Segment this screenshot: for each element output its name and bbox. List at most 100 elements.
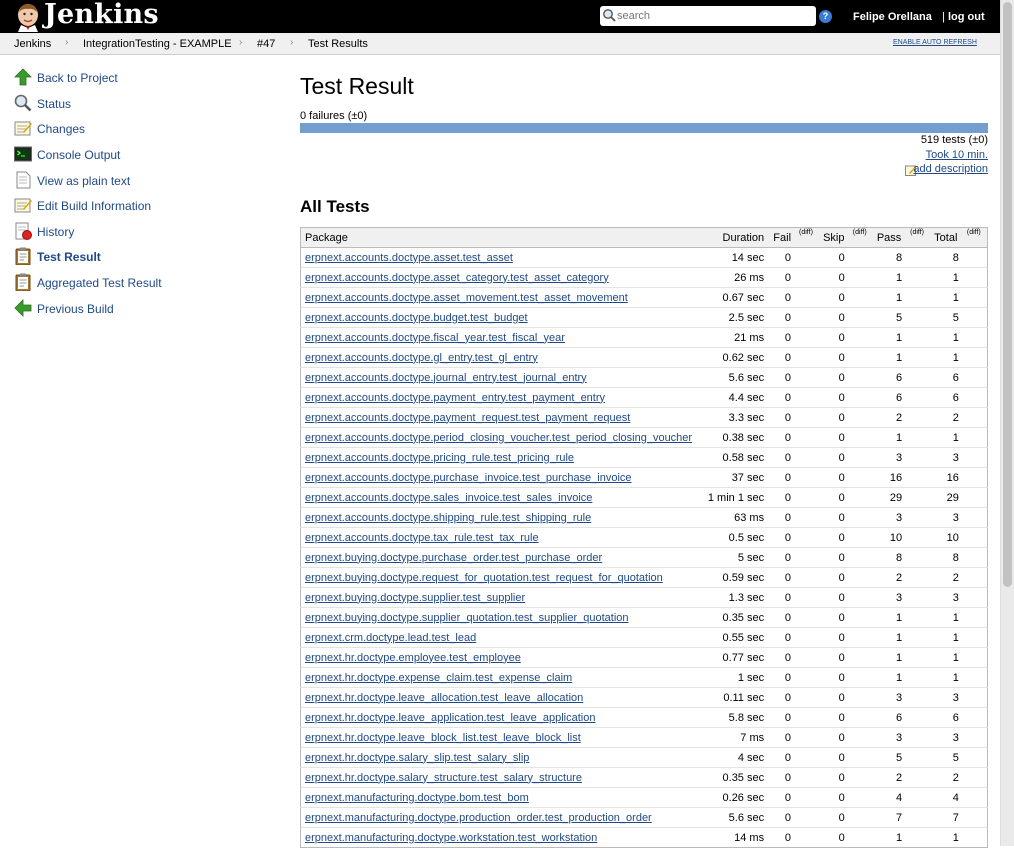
package-link[interactable]: erpnext.manufacturing.doctype.production…: [305, 812, 652, 824]
column-header-total[interactable]: Total: [930, 227, 963, 248]
jenkins-brand[interactable]: Jenkins: [44, 0, 159, 30]
duration-cell: 2.5 sec: [700, 307, 769, 328]
breadcrumb-jenkins[interactable]: Jenkins: [14, 38, 51, 50]
skip-diff-cell: [848, 247, 873, 268]
package-link[interactable]: erpnext.hr.doctype.expense_claim.test_ex…: [305, 672, 572, 684]
skip-diff-cell: [848, 667, 873, 688]
breadcrumb-chevron-icon[interactable]: ›: [290, 37, 293, 48]
task-label[interactable]: Edit Build Information: [37, 199, 151, 213]
skip-cell: 0: [819, 307, 849, 328]
column-header-fail[interactable]: Fail: [768, 227, 796, 248]
pass-diff-cell: [906, 387, 931, 408]
package-link[interactable]: erpnext.accounts.doctype.tax_rule.test_t…: [305, 532, 539, 544]
breadcrumb-chevron-icon[interactable]: ›: [65, 37, 68, 48]
package-link[interactable]: erpnext.hr.doctype.employee.test_employe…: [305, 652, 521, 664]
help-icon[interactable]: ?: [819, 10, 832, 23]
task-label[interactable]: Test Result: [37, 250, 101, 264]
package-link[interactable]: erpnext.accounts.doctype.pricing_rule.te…: [305, 452, 574, 464]
package-link[interactable]: erpnext.manufacturing.doctype.bom.test_b…: [305, 792, 529, 804]
user-name-link[interactable]: Felipe Orellana: [853, 11, 932, 23]
pass-cell: 2: [872, 767, 907, 788]
task-label[interactable]: Status: [37, 97, 71, 111]
package-link[interactable]: erpnext.buying.doctype.supplier.test_sup…: [305, 592, 525, 604]
breadcrumb-test-results[interactable]: Test Results: [308, 38, 368, 50]
breadcrumb-project[interactable]: IntegrationTesting - EXAMPLE: [83, 38, 232, 50]
package-link[interactable]: erpnext.accounts.doctype.asset.test_asse…: [305, 252, 513, 264]
duration-cell: 1.3 sec: [700, 587, 769, 608]
task-label[interactable]: Back to Project: [37, 71, 118, 85]
column-header-pass[interactable]: Pass: [872, 227, 907, 248]
table-row: erpnext.accounts.doctype.sales_invoice.t…: [300, 487, 988, 508]
pass-cell: 5: [872, 307, 907, 328]
column-header-total-diff[interactable]: (diff): [962, 227, 988, 248]
package-link[interactable]: erpnext.accounts.doctype.asset_movement.…: [305, 292, 628, 304]
table-row: erpnext.accounts.doctype.shipping_rule.t…: [300, 507, 988, 528]
fail-diff-cell: [795, 807, 820, 828]
package-link[interactable]: erpnext.accounts.doctype.payment_entry.t…: [305, 392, 605, 404]
fail-cell: 0: [768, 647, 796, 668]
package-link[interactable]: erpnext.accounts.doctype.asset_category.…: [305, 272, 609, 284]
skip-diff-cell: [848, 427, 873, 448]
add-description-link[interactable]: add description: [913, 163, 988, 175]
package-link[interactable]: erpnext.buying.doctype.request_for_quota…: [305, 572, 663, 584]
total-cell: 1: [930, 627, 963, 648]
pass-cell: 6: [872, 707, 907, 728]
package-cell: erpnext.hr.doctype.salary_slip.test_sala…: [300, 747, 701, 768]
package-link[interactable]: erpnext.hr.doctype.leave_allocation.test…: [305, 692, 583, 704]
table-header-row: Package Duration Fail (diff) Skip (diff)…: [300, 227, 988, 248]
search-icon: [603, 9, 616, 22]
package-link[interactable]: erpnext.accounts.doctype.gl_entry.test_g…: [305, 352, 538, 364]
package-link[interactable]: erpnext.accounts.doctype.journal_entry.t…: [305, 372, 587, 384]
package-link[interactable]: erpnext.hr.doctype.salary_slip.test_sala…: [305, 752, 529, 764]
skip-cell: 0: [819, 667, 849, 688]
column-header-skip[interactable]: Skip: [819, 227, 849, 248]
package-link[interactable]: erpnext.hr.doctype.leave_block_list.test…: [305, 732, 581, 744]
duration-link[interactable]: Took 10 min.: [926, 149, 988, 161]
jenkins-logo-icon[interactable]: [15, 2, 41, 32]
package-link[interactable]: erpnext.accounts.doctype.payment_request…: [305, 412, 630, 424]
package-link[interactable]: erpnext.accounts.doctype.shipping_rule.t…: [305, 512, 591, 524]
package-link[interactable]: erpnext.buying.doctype.purchase_order.te…: [305, 552, 602, 564]
column-header-fail-diff[interactable]: (diff): [795, 227, 820, 248]
package-link[interactable]: erpnext.accounts.doctype.budget.test_bud…: [305, 312, 528, 324]
column-header-pass-diff[interactable]: (diff): [906, 227, 931, 248]
package-link[interactable]: erpnext.accounts.doctype.purchase_invoic…: [305, 472, 632, 484]
enable-auto-refresh-link[interactable]: ENABLE AUTO REFRESH: [893, 39, 977, 46]
fail-diff-cell: [795, 387, 820, 408]
column-header-package[interactable]: Package: [300, 227, 701, 248]
vertical-scrollbar[interactable]: [1000, 0, 1014, 846]
table-row: erpnext.hr.doctype.leave_application.tes…: [300, 707, 988, 728]
task-label[interactable]: Changes: [37, 122, 85, 136]
search-input[interactable]: [617, 7, 812, 24]
task-label[interactable]: Previous Build: [37, 302, 114, 316]
logout-link[interactable]: log out: [948, 11, 985, 23]
breadcrumb-chevron-icon[interactable]: ›: [239, 37, 242, 48]
package-link[interactable]: erpnext.buying.doctype.supplier_quotatio…: [305, 612, 629, 624]
breadcrumb-build[interactable]: #47: [257, 38, 275, 50]
package-link[interactable]: erpnext.accounts.doctype.sales_invoice.t…: [305, 492, 592, 504]
total-cell: 6: [930, 387, 963, 408]
duration-cell: 5.8 sec: [700, 707, 769, 728]
pass-diff-cell: [906, 347, 931, 368]
scrollbar-thumb[interactable]: [1003, 2, 1012, 587]
task-label[interactable]: View as plain text: [37, 174, 130, 188]
package-link[interactable]: erpnext.hr.doctype.salary_structure.test…: [305, 772, 582, 784]
package-link[interactable]: erpnext.hr.doctype.leave_application.tes…: [305, 712, 595, 724]
package-link[interactable]: erpnext.accounts.doctype.period_closing_…: [305, 432, 692, 444]
task-label[interactable]: Console Output: [37, 148, 120, 162]
fail-cell: 0: [768, 787, 796, 808]
duration-cell: 0.67 sec: [700, 287, 769, 308]
package-cell: erpnext.accounts.doctype.purchase_invoic…: [300, 467, 701, 488]
package-link[interactable]: erpnext.crm.doctype.lead.test_lead: [305, 632, 476, 644]
diff-label: (diff): [966, 228, 981, 236]
column-header-duration[interactable]: Duration: [700, 227, 769, 248]
task-label[interactable]: History: [37, 225, 74, 239]
table-row: erpnext.manufacturing.doctype.workstatio…: [300, 827, 988, 848]
column-header-skip-diff[interactable]: (diff): [848, 227, 873, 248]
total-diff-cell: [962, 307, 988, 328]
package-link[interactable]: erpnext.manufacturing.doctype.workstatio…: [305, 832, 597, 844]
duration-cell: 5 sec: [700, 547, 769, 568]
task-label[interactable]: Aggregated Test Result: [37, 276, 162, 290]
skip-diff-cell: [848, 487, 873, 508]
package-link[interactable]: erpnext.accounts.doctype.fiscal_year.tes…: [305, 332, 565, 344]
